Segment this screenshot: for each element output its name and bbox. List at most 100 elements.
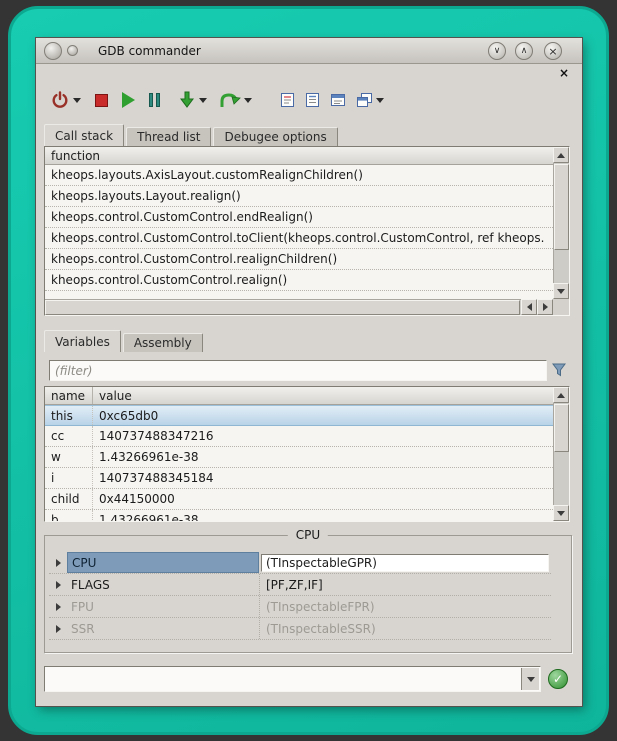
scroll-thumb[interactable] <box>554 164 569 250</box>
teal-window-frame: GDB commander ∨ ∧ × × <box>8 6 609 735</box>
register-value-cell[interactable]: (TInspectableGPR) <box>259 552 551 573</box>
variables-header[interactable]: name value <box>45 387 553 405</box>
windows-dropdown-chevron[interactable] <box>376 98 384 103</box>
run-button[interactable] <box>122 92 135 108</box>
variable-name: i <box>45 468 93 488</box>
expand-button[interactable] <box>49 581 67 589</box>
scrollbar-corner <box>553 299 569 315</box>
cpu-register-list: CPU (TInspectableGPR) FLAGS [PF,ZF,IF] F… <box>49 552 551 640</box>
gdb-commander-window: GDB commander ∨ ∧ × × <box>36 38 582 706</box>
stack-frame-row[interactable]: kheops.control.CustomControl.realignChil… <box>45 249 553 270</box>
list-icon <box>305 92 320 108</box>
scroll-down-button[interactable] <box>553 283 569 299</box>
show-windows-button[interactable] <box>356 92 373 108</box>
step-into-button[interactable] <box>178 91 196 109</box>
stack-frame-row[interactable]: kheops.control.CustomControl.endRealign(… <box>45 207 553 228</box>
register-value: (TInspectableSSR) <box>259 618 551 639</box>
desktop-background: GDB commander ∨ ∧ × × <box>0 0 617 741</box>
arrow-up-icon <box>557 393 565 398</box>
stop-icon <box>95 94 108 107</box>
scroll-right-button[interactable] <box>537 299 553 315</box>
callstack-horizontal-scrollbar[interactable] <box>45 299 553 315</box>
register-name: SSR <box>67 618 259 639</box>
combobox-dropdown-button[interactable] <box>521 668 539 690</box>
filter-icon <box>551 362 567 378</box>
panel-close-icon[interactable]: × <box>556 66 572 82</box>
execute-button[interactable]: ✓ <box>548 669 568 689</box>
scroll-up-button[interactable] <box>553 147 569 163</box>
callstack-body: function kheops.layouts.AxisLayout.custo… <box>45 147 553 299</box>
expand-button[interactable] <box>49 559 67 567</box>
minimize-button[interactable]: ∨ <box>488 42 506 60</box>
command-input[interactable] <box>47 669 518 689</box>
tab-variables[interactable]: Variables <box>44 330 121 352</box>
register-value-editor[interactable]: (TInspectableGPR) <box>261 554 549 572</box>
register-row[interactable]: FPU (TInspectableFPR) <box>49 596 551 618</box>
stack-frame-row[interactable]: kheops.control.CustomControl.toClient(kh… <box>45 228 553 249</box>
show-watches-button[interactable] <box>330 92 346 108</box>
close-button[interactable]: × <box>544 42 562 60</box>
expand-button[interactable] <box>49 603 67 611</box>
variable-name: w <box>45 447 93 467</box>
scroll-down-button[interactable] <box>553 505 569 521</box>
register-row[interactable]: CPU (TInspectableGPR) <box>49 552 551 574</box>
scroll-left-button[interactable] <box>521 299 537 315</box>
stop-button[interactable] <box>95 94 108 107</box>
chevron-right-icon <box>56 625 61 633</box>
tab-thread-list[interactable]: Thread list <box>126 127 211 146</box>
callstack-vertical-scrollbar[interactable] <box>553 147 569 299</box>
power-button[interactable] <box>50 90 70 110</box>
expand-button[interactable] <box>49 625 67 633</box>
play-icon <box>122 92 135 108</box>
register-row[interactable]: FLAGS [PF,ZF,IF] <box>49 574 551 596</box>
variable-name: child <box>45 489 93 509</box>
show-log-button[interactable] <box>280 92 295 108</box>
variable-row[interactable]: i 140737488345184 <box>45 468 553 489</box>
tab-debugee-options[interactable]: Debugee options <box>213 127 337 146</box>
variable-row[interactable]: w 1.43266961e-38 <box>45 447 553 468</box>
watches-window-icon <box>330 92 346 108</box>
variables-vertical-scrollbar[interactable] <box>553 387 569 521</box>
maximize-button[interactable]: ∧ <box>515 42 533 60</box>
cpu-groupbox-title: CPU <box>288 528 328 542</box>
variable-row[interactable]: this 0xc65db0 <box>45 405 553 426</box>
variable-value: 1.43266961e-38 <box>93 510 553 521</box>
register-row[interactable]: SSR (TInspectableSSR) <box>49 618 551 640</box>
command-combobox[interactable] <box>44 666 541 692</box>
variable-row[interactable]: child 0x44150000 <box>45 489 553 510</box>
pause-button[interactable] <box>149 93 160 107</box>
scroll-up-button[interactable] <box>553 387 569 403</box>
arrow-right-icon <box>543 303 548 311</box>
stack-frame-row[interactable]: kheops.layouts.Layout.realign() <box>45 186 553 207</box>
step-over-dropdown-chevron[interactable] <box>244 98 252 103</box>
app-icon[interactable] <box>44 42 62 60</box>
column-name: name <box>45 387 93 404</box>
stack-frame-row[interactable]: kheops.control.CustomControl.realign() <box>45 270 553 291</box>
stack-frame-row[interactable]: kheops.layouts.AxisLayout.customRealignC… <box>45 165 553 186</box>
callstack-header[interactable]: function <box>45 147 553 165</box>
scroll-thumb[interactable] <box>45 300 520 315</box>
arrow-down-icon <box>557 289 565 294</box>
step-over-icon <box>219 92 241 109</box>
windows-icon <box>356 92 373 108</box>
variable-row[interactable]: b 1.43266961e-38 <box>45 510 553 521</box>
chevron-right-icon <box>56 559 61 567</box>
variable-name: b <box>45 510 93 521</box>
step-over-button[interactable] <box>219 92 241 109</box>
power-dropdown-chevron[interactable] <box>73 98 81 103</box>
filter-input[interactable] <box>49 360 547 381</box>
step-into-icon <box>178 91 196 109</box>
tab-assembly[interactable]: Assembly <box>123 333 203 352</box>
variables-tabbar: Variables Assembly <box>44 330 205 352</box>
step-into-dropdown-chevron[interactable] <box>199 98 207 103</box>
tab-call-stack[interactable]: Call stack <box>44 124 124 146</box>
pin-icon[interactable] <box>67 45 78 56</box>
variable-value: 1.43266961e-38 <box>93 447 553 467</box>
show-list-button[interactable] <box>305 92 320 108</box>
register-name: FPU <box>67 596 259 617</box>
variables-body: name value this 0xc65db0 cc 140737488347… <box>45 387 553 521</box>
scroll-thumb[interactable] <box>554 404 569 452</box>
filter-button[interactable] <box>550 361 568 379</box>
titlebar[interactable]: GDB commander ∨ ∧ × <box>36 38 582 64</box>
variable-row[interactable]: cc 140737488347216 <box>45 426 553 447</box>
